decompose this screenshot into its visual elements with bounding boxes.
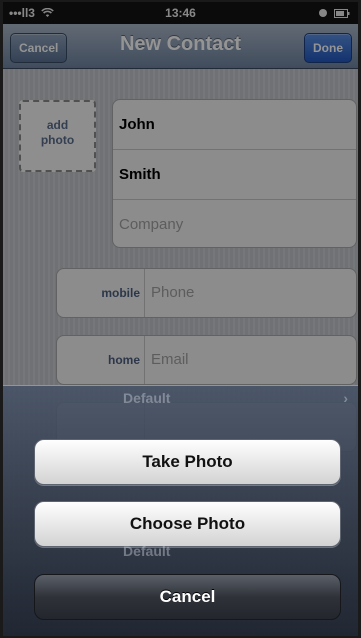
action-sheet-cancel-button[interactable]: Cancel	[34, 574, 341, 620]
ghost-texttone-value: Default	[123, 543, 171, 559]
action-sheet: Default › Take Photo Choose Photo Defaul…	[3, 385, 358, 636]
choose-photo-button[interactable]: Choose Photo	[34, 501, 341, 547]
iphone-screen: •••ll3 13:46 Cancel New Contact Done add…	[3, 2, 358, 636]
ghost-ringtone-value: Default	[123, 390, 171, 406]
take-photo-button[interactable]: Take Photo	[34, 439, 341, 485]
ghost-chevron-icon: ›	[343, 390, 348, 406]
